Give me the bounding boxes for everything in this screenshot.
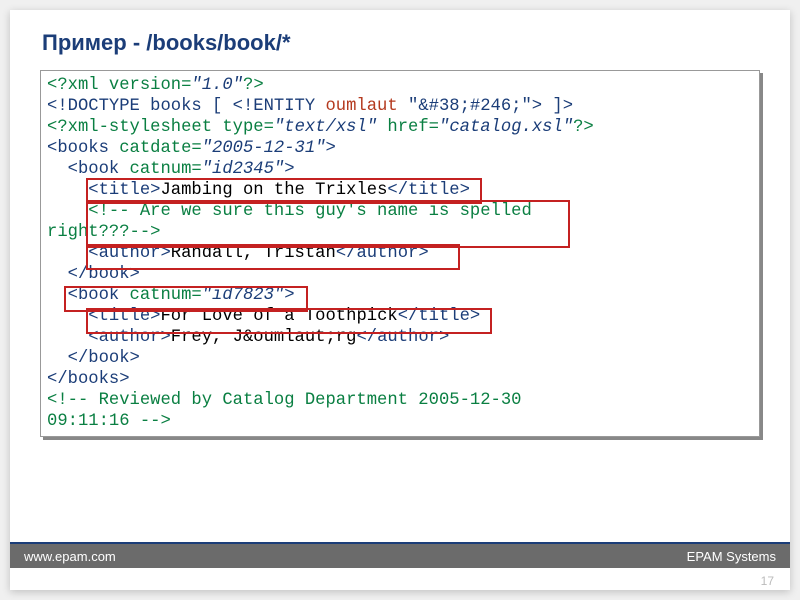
- code-token: <!-- Are we sure this guy's name is spel…: [47, 202, 532, 221]
- code-token: <title>: [47, 307, 160, 326]
- code-token: href: [377, 118, 429, 137]
- code-token: For Love of a Toothpick: [160, 307, 397, 326]
- code-token: </title>: [387, 181, 470, 200]
- code-token: >: [326, 139, 336, 158]
- code-token: "id2345": [202, 160, 285, 179]
- code-token: </book>: [47, 265, 140, 284]
- code-token: =: [264, 118, 274, 137]
- page-number: 17: [761, 574, 774, 588]
- code-token: =: [181, 76, 191, 95]
- footer-url: www.epam.com: [24, 549, 116, 564]
- code-token: "catalog.xsl": [439, 118, 573, 137]
- code-token: Randall, Tristan: [171, 244, 336, 263]
- code-token: oumlaut: [325, 97, 408, 116]
- code-token: catdate: [119, 139, 191, 158]
- code-token: <title>: [47, 181, 160, 200]
- code-token: <author>: [47, 244, 171, 263]
- code-box: <?xml version="1.0"?> <!DOCTYPE books [ …: [40, 70, 760, 437]
- code-token: "2005-12-31": [202, 139, 326, 158]
- footer-bar: www.epam.com EPAM Systems: [10, 544, 790, 568]
- code-token: "&#38;#246;": [408, 97, 532, 116]
- code-token: catnum: [130, 160, 192, 179]
- code-token: <book: [47, 160, 130, 179]
- code-token: type: [222, 118, 263, 137]
- code-token: =: [191, 286, 201, 305]
- code-token: =: [191, 160, 201, 179]
- code-token: <!-- Reviewed by Catalog Department 2005…: [47, 391, 521, 410]
- code-token: > ]>: [532, 97, 573, 116]
- code-token: </title>: [398, 307, 481, 326]
- slide-title: Пример - /books/book/*: [42, 30, 291, 56]
- code-token: Frey, J&oumlaut;rg: [171, 328, 357, 347]
- footer-company: EPAM Systems: [687, 549, 776, 564]
- code-token: </book>: [47, 349, 140, 368]
- code-token: "id7823": [202, 286, 285, 305]
- code-token: <books: [47, 139, 119, 158]
- code-token: 09:11:16 -->: [47, 412, 171, 431]
- code-token: <?xml-stylesheet: [47, 118, 222, 137]
- code-token: ?>: [573, 118, 594, 137]
- code-token: </author>: [356, 328, 449, 347]
- code-token: </books>: [47, 370, 130, 389]
- code-token: version: [109, 76, 181, 95]
- code-token: >: [284, 286, 294, 305]
- code-token: <book: [47, 286, 130, 305]
- code-token: =: [191, 139, 201, 158]
- code-token: ?>: [243, 76, 264, 95]
- code-token: >: [284, 160, 294, 179]
- slide: Пример - /books/book/* <?xml version="1.…: [10, 10, 790, 590]
- code-token: catnum: [130, 286, 192, 305]
- code-token: <author>: [47, 328, 171, 347]
- code-token: =: [429, 118, 439, 137]
- code-token: "1.0": [191, 76, 243, 95]
- code-token: </author>: [336, 244, 429, 263]
- code-token: <!DOCTYPE books [ <!ENTITY: [47, 97, 325, 116]
- code-token: <?xml: [47, 76, 109, 95]
- code-token: "text/xsl": [274, 118, 377, 137]
- code-token: right???-->: [47, 223, 160, 242]
- code-token: Jambing on the Trixles: [160, 181, 387, 200]
